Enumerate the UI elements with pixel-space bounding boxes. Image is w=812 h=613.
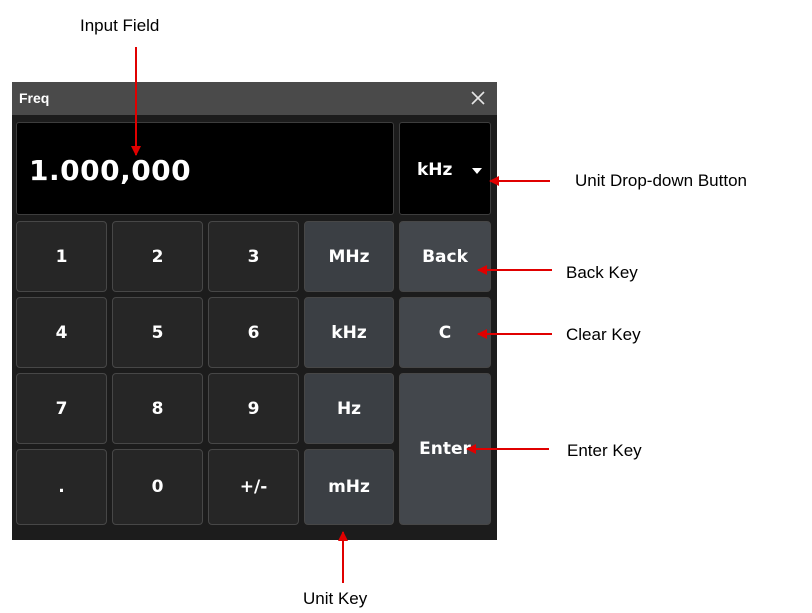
annotation-arrows (131, 47, 552, 583)
